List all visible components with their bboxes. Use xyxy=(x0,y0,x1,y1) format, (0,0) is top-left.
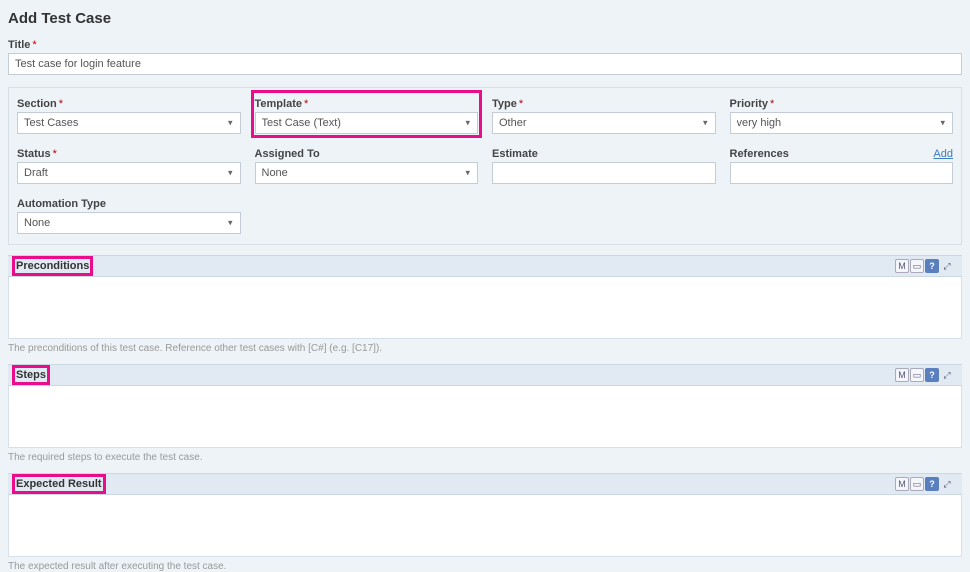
automationtype-label: Automation Type xyxy=(17,198,106,210)
image-icon[interactable]: ▭ xyxy=(910,477,924,491)
template-label: Template xyxy=(255,98,302,110)
expected-hint: The expected result after executing the … xyxy=(0,557,970,572)
fields-panel: Section* ▾ Template* ▾ Type* ▾ Priority* xyxy=(8,87,962,245)
steps-header: Steps M ▭ ? ⤢ xyxy=(8,364,962,386)
assignedto-label: Assigned To xyxy=(255,148,320,160)
expected-header: Expected Result M ▭ ? ⤢ xyxy=(8,473,962,495)
section-label: Section xyxy=(17,98,57,110)
steps-textarea[interactable] xyxy=(8,386,962,448)
template-select[interactable] xyxy=(255,112,479,134)
help-icon[interactable]: ? xyxy=(925,259,939,273)
required-mark: * xyxy=(32,39,36,51)
references-add-link[interactable]: Add xyxy=(933,148,953,160)
type-label: Type xyxy=(492,98,517,110)
automationtype-select[interactable] xyxy=(17,212,241,234)
estimate-label: Estimate xyxy=(492,148,538,160)
page-title: Add Test Case xyxy=(0,0,970,35)
preconditions-title: Preconditions xyxy=(16,260,89,272)
section-select[interactable] xyxy=(17,112,241,134)
image-icon[interactable]: ▭ xyxy=(910,259,924,273)
preconditions-hint: The preconditions of this test case. Ref… xyxy=(0,339,970,354)
expected-textarea[interactable] xyxy=(8,495,962,557)
status-label: Status xyxy=(17,148,51,160)
steps-toolbar: M ▭ ? ⤢ xyxy=(895,368,954,382)
required-mark: * xyxy=(519,98,523,110)
title-input[interactable] xyxy=(8,53,962,75)
priority-select[interactable] xyxy=(730,112,954,134)
help-icon[interactable]: ? xyxy=(925,477,939,491)
preconditions-toolbar: M ▭ ? ⤢ xyxy=(895,259,954,273)
required-mark: * xyxy=(53,148,57,160)
type-select[interactable] xyxy=(492,112,716,134)
priority-label: Priority xyxy=(730,98,769,110)
expand-icon[interactable]: ⤢ xyxy=(940,368,954,382)
references-label: References xyxy=(730,148,789,160)
assignedto-select[interactable] xyxy=(255,162,479,184)
markdown-icon[interactable]: M xyxy=(895,477,909,491)
image-icon[interactable]: ▭ xyxy=(910,368,924,382)
steps-hint: The required steps to execute the test c… xyxy=(0,448,970,463)
steps-title: Steps xyxy=(16,369,46,381)
estimate-input[interactable] xyxy=(492,162,716,184)
status-select[interactable] xyxy=(17,162,241,184)
expand-icon[interactable]: ⤢ xyxy=(940,477,954,491)
expected-title: Expected Result xyxy=(16,478,102,490)
preconditions-header: Preconditions M ▭ ? ⤢ xyxy=(8,255,962,277)
required-mark: * xyxy=(59,98,63,110)
references-input[interactable] xyxy=(730,162,954,184)
markdown-icon[interactable]: M xyxy=(895,259,909,273)
required-mark: * xyxy=(770,98,774,110)
required-mark: * xyxy=(304,98,308,110)
title-label: Title xyxy=(8,39,30,51)
markdown-icon[interactable]: M xyxy=(895,368,909,382)
expand-icon[interactable]: ⤢ xyxy=(940,259,954,273)
expected-toolbar: M ▭ ? ⤢ xyxy=(895,477,954,491)
help-icon[interactable]: ? xyxy=(925,368,939,382)
preconditions-textarea[interactable] xyxy=(8,277,962,339)
